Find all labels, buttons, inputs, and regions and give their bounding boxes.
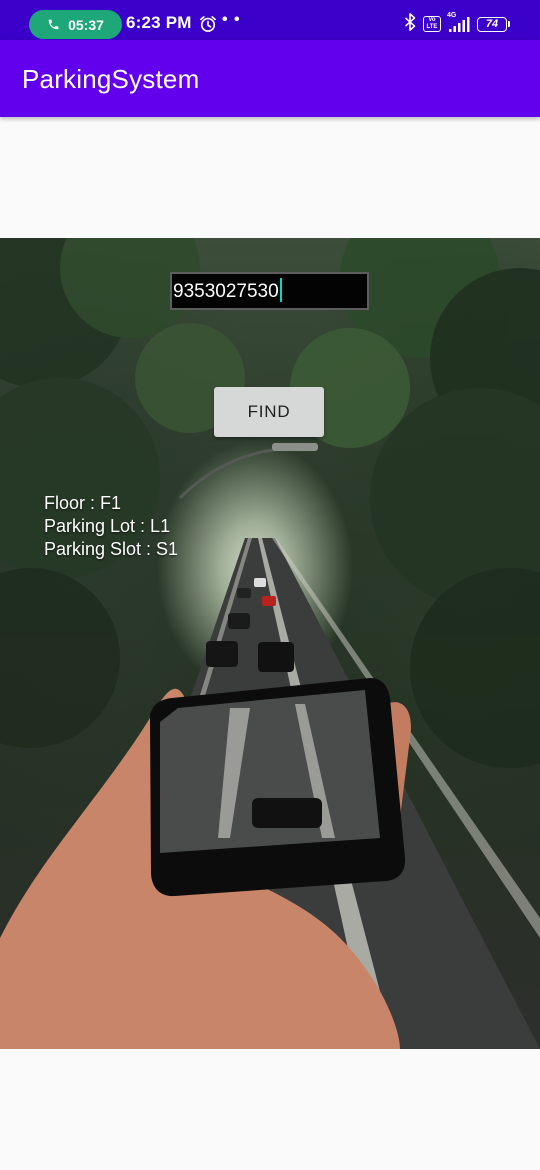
status-bar: 05:37 6:23 PM • • Vo LTE 4G 74 <box>0 0 540 40</box>
more-notifications-indicator: • • <box>222 11 241 28</box>
call-timer: 05:37 <box>68 16 104 33</box>
text-cursor <box>279 278 282 303</box>
app-bar: ParkingSystem <box>0 40 540 117</box>
alarm-icon <box>198 14 218 34</box>
find-button[interactable]: FIND <box>214 387 324 437</box>
signal-icon: 4G <box>447 12 471 33</box>
parking-result: Floor : F1 Parking Lot : L1 Parking Slot… <box>44 492 178 561</box>
background-road-image <box>0 238 540 1049</box>
phone-number-input[interactable]: 9353027530 <box>170 272 369 310</box>
bluetooth-icon <box>403 12 417 36</box>
status-time: 6:23 PM <box>126 13 192 32</box>
ongoing-call-pill[interactable]: 05:37 <box>29 10 122 39</box>
floor-text: Floor : F1 <box>44 493 122 513</box>
system-icons: Vo LTE 4G 74 <box>403 12 510 36</box>
parking-lot-text: Parking Lot : L1 <box>44 516 171 536</box>
battery-icon: 74 <box>477 16 510 32</box>
parking-slot-text: Parking Slot : S1 <box>44 539 179 559</box>
app-title: ParkingSystem <box>22 64 200 94</box>
phone-number-value: 9353027530 <box>173 281 279 302</box>
volte-icon: Vo LTE <box>423 16 441 32</box>
phone-icon <box>47 18 60 31</box>
